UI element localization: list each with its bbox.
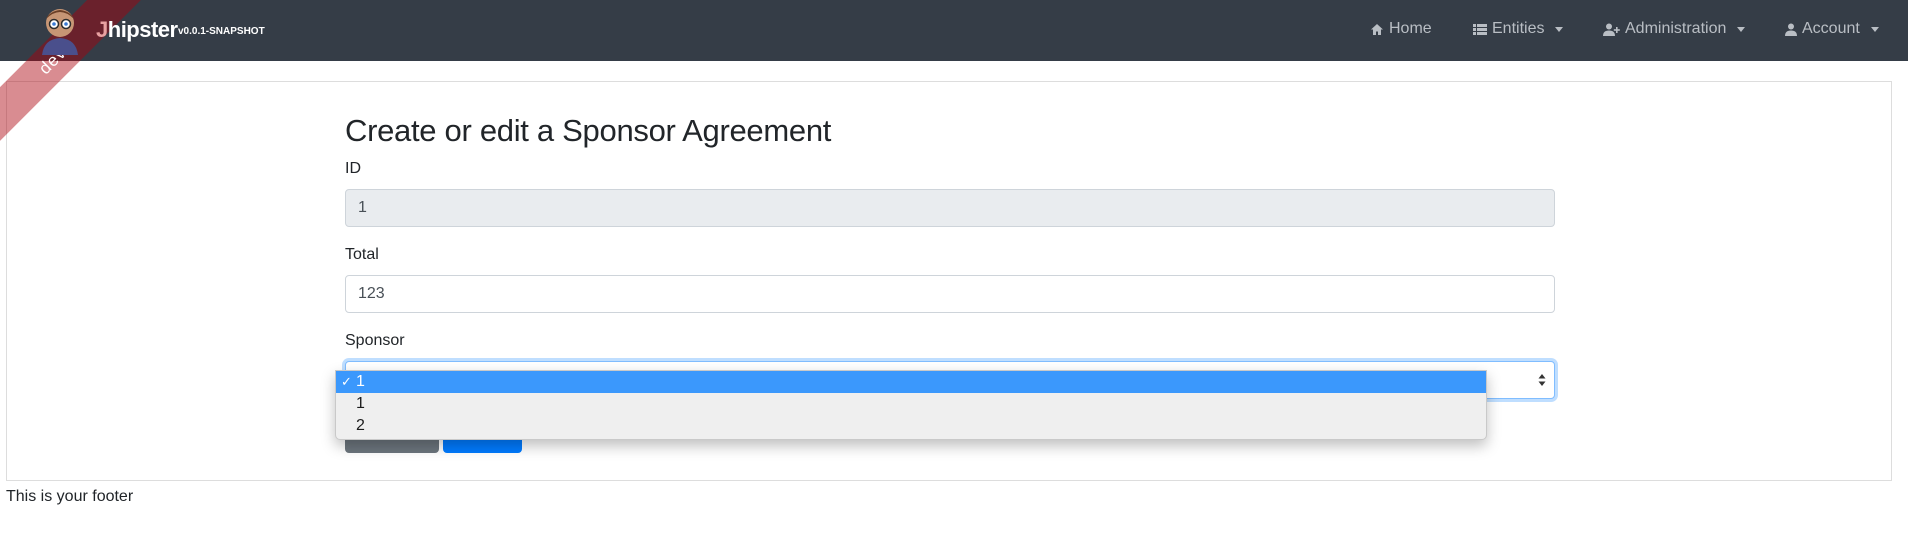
dropdown-option[interactable]: ✓ 1: [336, 371, 1486, 393]
brand-name[interactable]: Jhipster: [96, 17, 178, 43]
nav-entities[interactable]: Entities: [1473, 20, 1564, 38]
footer-text: This is your footer: [6, 488, 134, 505]
nav-administration[interactable]: Administration: [1603, 20, 1746, 38]
chevron-down-icon: [1870, 26, 1879, 32]
select-arrows-icon: [1538, 374, 1546, 386]
chevron-down-icon: [1555, 26, 1564, 32]
nav-account-label: Account: [1802, 20, 1860, 37]
chevron-down-icon: [1737, 26, 1746, 32]
brand-rest: hipster: [107, 17, 178, 42]
brand-prefix: J: [96, 17, 108, 42]
dropdown-option-label: 1: [356, 395, 365, 412]
total-field[interactable]: 123: [345, 275, 1555, 313]
dropdown-option-label: 2: [356, 417, 365, 434]
dropdown-option-label: 1: [356, 373, 365, 390]
checkmark-icon: ✓: [341, 374, 352, 389]
page-title: Create or edit a Sponsor Agreement: [345, 113, 832, 148]
user-icon: [1785, 23, 1797, 36]
sponsor-label: Sponsor: [345, 332, 405, 349]
dropdown-option[interactable]: 1: [336, 393, 1486, 415]
home-icon: [1371, 23, 1383, 35]
version-label: v0.0.1-SNAPSHOT: [178, 26, 265, 37]
nav-home-label: Home: [1389, 20, 1432, 37]
nav-entities-label: Entities: [1492, 20, 1545, 37]
nav-administration-label: Administration: [1625, 20, 1727, 37]
total-label: Total: [345, 246, 379, 263]
nav-home[interactable]: Home: [1370, 20, 1432, 38]
nav-account[interactable]: Account: [1785, 20, 1879, 38]
id-label: ID: [345, 160, 361, 177]
id-field[interactable]: 1: [345, 189, 1555, 227]
navbar: dev Jhipster v0.0.1-SNAPSHOT Home Entiti…: [0, 0, 1908, 150]
th-list-icon: [1473, 23, 1487, 35]
dropdown-option[interactable]: 2: [336, 415, 1486, 437]
jhipster-logo-icon[interactable]: [36, 5, 84, 55]
user-plus-icon: [1603, 23, 1620, 36]
sponsor-dropdown-list: ✓ 1 1 2: [335, 370, 1487, 440]
